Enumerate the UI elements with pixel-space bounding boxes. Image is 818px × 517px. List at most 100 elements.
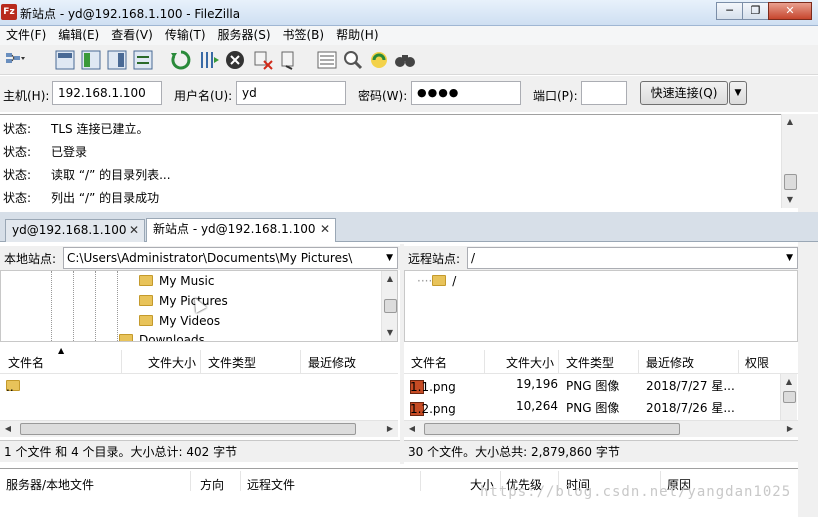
scroll-thumb[interactable]: [784, 174, 797, 190]
title-bar: Fz 新站点 - yd@192.168.1.100 - FileZilla ─ …: [0, 0, 818, 26]
quickconnect-dropdown-icon[interactable]: ▼: [729, 81, 747, 105]
host-label: 主机(H):: [3, 89, 50, 103]
remote-status: 30 个文件。大小总共: 2,879,860 字节: [404, 440, 798, 462]
local-file-list-header: 文件名 ▲ 文件大小 文件类型 最近修改: [0, 346, 398, 374]
cancel-icon[interactable]: [224, 49, 246, 71]
toolbar: [0, 45, 818, 75]
menu-view[interactable]: 查看(V): [111, 26, 153, 45]
sort-asc-icon: ▲: [58, 346, 65, 355]
tab-connection-1[interactable]: yd@192.168.1.100 ✕: [5, 219, 145, 242]
column-modified[interactable]: 最近修改: [308, 354, 356, 371]
scroll-down-icon[interactable]: ▼: [782, 192, 798, 208]
menu-bookmarks[interactable]: 书签(B): [283, 26, 325, 45]
process-queue-icon[interactable]: [198, 49, 220, 71]
password-label: 密码(W):: [358, 89, 408, 103]
column-remote-file[interactable]: 远程文件: [247, 476, 295, 493]
toggle-queue-icon[interactable]: [132, 49, 154, 71]
remote-list-scrollbar[interactable]: ▲: [780, 374, 797, 420]
local-file-list: ..: [0, 374, 398, 422]
local-status: 1 个文件 和 4 个目录。大小总计: 402 字节: [0, 440, 400, 462]
menu-transfer[interactable]: 传输(T): [165, 26, 206, 45]
tree-item[interactable]: ···· /: [417, 274, 456, 288]
log-scrollbar[interactable]: ▲ ▼: [781, 114, 798, 208]
chevron-down-icon: ▼: [386, 253, 393, 263]
remote-file-list-header: 文件名 文件大小 文件类型 最近修改 权限: [404, 350, 798, 374]
port-label: 端口(P):: [533, 89, 578, 103]
maximize-button[interactable]: ❐: [742, 2, 769, 20]
chevron-down-icon: ▼: [786, 253, 793, 263]
toggle-local-tree-icon[interactable]: [80, 49, 102, 71]
menu-server[interactable]: 服务器(S): [218, 26, 271, 45]
column-filetype[interactable]: 文件类型: [566, 354, 614, 371]
menu-bar: 文件(F) 编辑(E) 查看(V) 传输(T) 服务器(S) 书签(B) 帮助(…: [0, 26, 818, 45]
tab-close-icon[interactable]: ✕: [129, 220, 139, 241]
tree-item[interactable]: My Music: [139, 274, 214, 288]
column-server-local-file[interactable]: 服务器/本地文件: [6, 476, 94, 493]
menu-edit[interactable]: 编辑(E): [58, 26, 99, 45]
tree-item[interactable]: My Pictures: [139, 294, 228, 308]
search-icon[interactable]: [394, 49, 416, 71]
remote-hscrollbar[interactable]: ◀ ▶: [404, 420, 798, 437]
username-input[interactable]: yd: [236, 81, 346, 105]
host-input[interactable]: 192.168.1.100: [52, 81, 162, 105]
local-site-bar: 本地站点: C:\Users\Administrator\Documents\M…: [0, 246, 400, 270]
close-button[interactable]: ✕: [768, 2, 812, 20]
toggle-remote-tree-icon[interactable]: [106, 49, 128, 71]
column-direction[interactable]: 方向: [200, 476, 224, 493]
column-filename[interactable]: 文件名: [8, 354, 44, 371]
local-hscrollbar[interactable]: ◀ ▶: [0, 420, 398, 437]
log-line: 状态: TLS 连接已建立。: [3, 122, 149, 136]
minimize-button[interactable]: ─: [716, 2, 743, 20]
column-filename[interactable]: 文件名: [411, 354, 447, 371]
column-filetype[interactable]: 文件类型: [208, 354, 256, 371]
column-modified[interactable]: 最近修改: [646, 354, 694, 371]
log-line: 状态: 读取 “/” 的目录列表...: [3, 168, 171, 182]
password-input[interactable]: ●●●●: [411, 81, 521, 105]
remote-path-input[interactable]: / ▼: [467, 247, 798, 269]
reconnect-icon[interactable]: [278, 49, 300, 71]
menu-file[interactable]: 文件(F): [6, 26, 46, 45]
tab-connection-2[interactable]: 新站点 - yd@192.168.1.100 ✕: [146, 218, 336, 242]
message-log: 状态: TLS 连接已建立。 状态: 已登录 状态: 读取 “/” 的目录列表... …: [0, 114, 798, 208]
sync-browse-icon[interactable]: [368, 49, 390, 71]
local-tree-scrollbar[interactable]: ▲ ▼: [381, 271, 397, 341]
quickconnect-button[interactable]: 快速连接(Q): [640, 81, 728, 105]
compare-icon[interactable]: [342, 49, 364, 71]
disconnect-icon[interactable]: [252, 49, 274, 71]
folder-icon: [119, 334, 133, 341]
scroll-up-icon[interactable]: ▲: [782, 114, 798, 130]
user-label: 用户名(U):: [174, 89, 233, 103]
folder-icon: [139, 315, 153, 326]
column-filesize[interactable]: 文件大小: [148, 354, 196, 371]
remote-site-label: 远程站点:: [408, 252, 461, 266]
log-line: 状态: 已登录: [3, 145, 88, 159]
remote-file-list: 1.1.png 19,196 PNG 图像 2018/7/27 星... 1.2…: [404, 374, 780, 420]
tab-close-icon[interactable]: ✕: [320, 219, 330, 240]
remote-directory-tree: ···· /: [404, 270, 798, 342]
tree-item[interactable]: My Videos: [139, 314, 220, 328]
column-filesize[interactable]: 文件大小: [506, 354, 554, 371]
local-site-label: 本地站点:: [4, 252, 57, 266]
window-edge: [798, 114, 818, 517]
folder-icon: [139, 295, 153, 306]
filezilla-logo-icon: Fz: [1, 4, 17, 20]
port-input[interactable]: [581, 81, 627, 105]
site-manager-icon[interactable]: [4, 49, 26, 71]
refresh-icon[interactable]: [170, 49, 192, 71]
quickconnect-bar: 主机(H): 192.168.1.100 用户名(U): yd 密码(W): ●…: [0, 76, 818, 112]
connection-tabs: yd@192.168.1.100 ✕ 新站点 - yd@192.168.1.100…: [0, 212, 818, 242]
filter-icon[interactable]: [316, 49, 338, 71]
watermark: https://blog.csdn.net/yangdan1025: [480, 484, 792, 500]
column-permissions[interactable]: 权限: [745, 354, 769, 371]
window-title: 新站点 - yd@192.168.1.100 - FileZilla: [20, 7, 241, 21]
table-row[interactable]: 1.1.png 19,196 PNG 图像 2018/7/27 星...: [410, 374, 780, 396]
toggle-log-icon[interactable]: [54, 49, 76, 71]
menu-help[interactable]: 帮助(H): [336, 26, 378, 45]
folder-icon: [139, 275, 153, 286]
table-row[interactable]: 1.2.png 10,264 PNG 图像 2018/7/26 星...: [410, 396, 780, 418]
tree-item[interactable]: Downloads: [119, 333, 205, 341]
remote-site-bar: 远程站点: / ▼: [404, 246, 798, 270]
local-path-input[interactable]: C:\Users\Administrator\Documents\My Pict…: [63, 247, 398, 269]
log-line: 状态: 列出 “/” 的目录成功: [3, 191, 160, 205]
list-item[interactable]: ..: [6, 374, 306, 396]
